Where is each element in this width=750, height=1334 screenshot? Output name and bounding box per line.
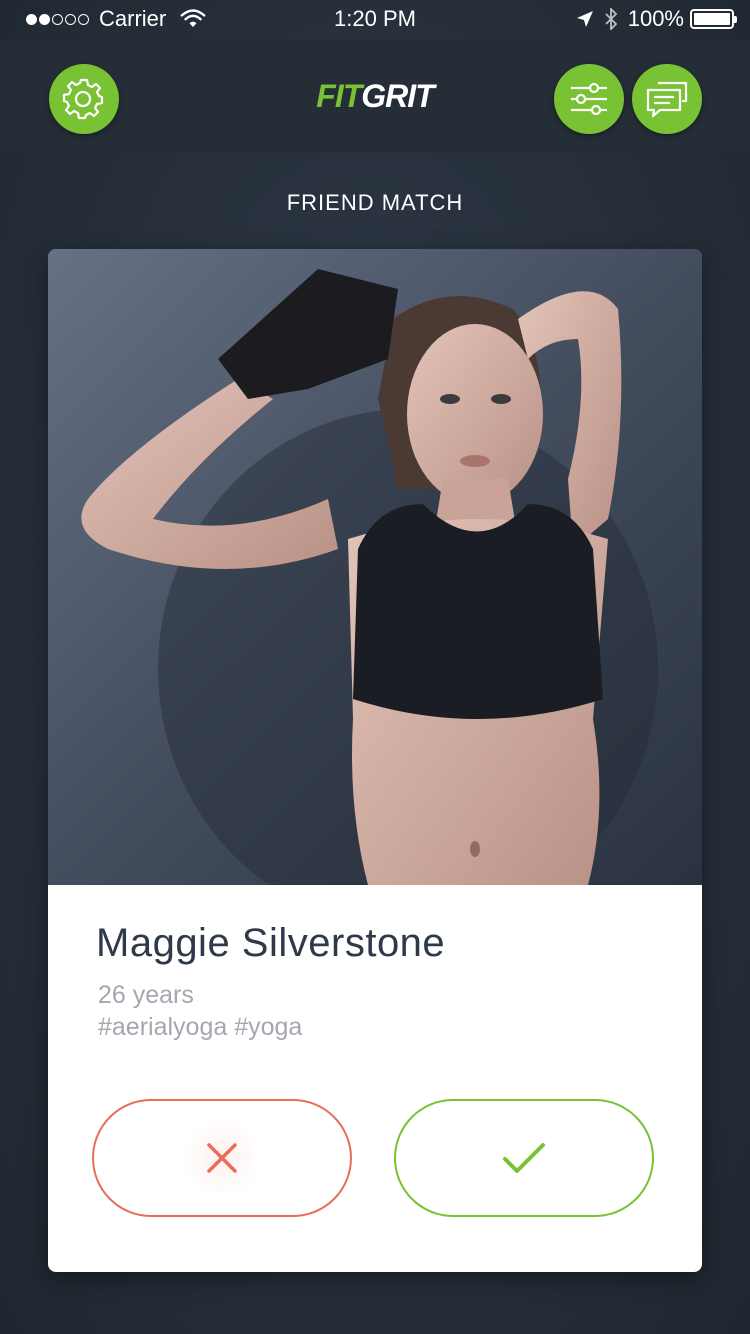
app-screen: Carrier 1:20 PM 100% FITGRIT FRIEND MATC… [0,0,750,1334]
location-arrow-icon [576,11,593,27]
profile-card[interactable]: Maggie Silverstone 26 years #aerialyoga … [48,249,702,1272]
chat-bubbles-icon [646,81,688,118]
profile-name: Maggie Silverstone [96,921,446,965]
page-title: FRIEND MATCH [286,190,464,215]
accept-button[interactable] [394,1099,654,1217]
logo-grit: GRIT [361,78,434,114]
battery-icon [690,9,737,29]
reject-button[interactable] [92,1099,352,1217]
messages-button[interactable] [632,64,702,134]
top-nav-bar: FITGRIT [0,40,750,152]
close-icon [207,1143,237,1173]
battery-percent: 100% [627,6,684,31]
status-right: 100% [576,6,737,32]
checkmark-icon [503,1143,545,1173]
profile-age: 26 years [98,981,194,1009]
logo-fit: FIT [316,78,362,114]
bluetooth-icon [605,8,617,30]
filter-button[interactable] [554,64,624,134]
reject-icon-wrap [182,1118,262,1198]
profile-tags: #aerialyoga #yoga [98,1013,303,1041]
sliders-icon [571,82,607,116]
profile-photo [48,249,702,885]
status-bar: Carrier 1:20 PM 100% [0,0,750,40]
